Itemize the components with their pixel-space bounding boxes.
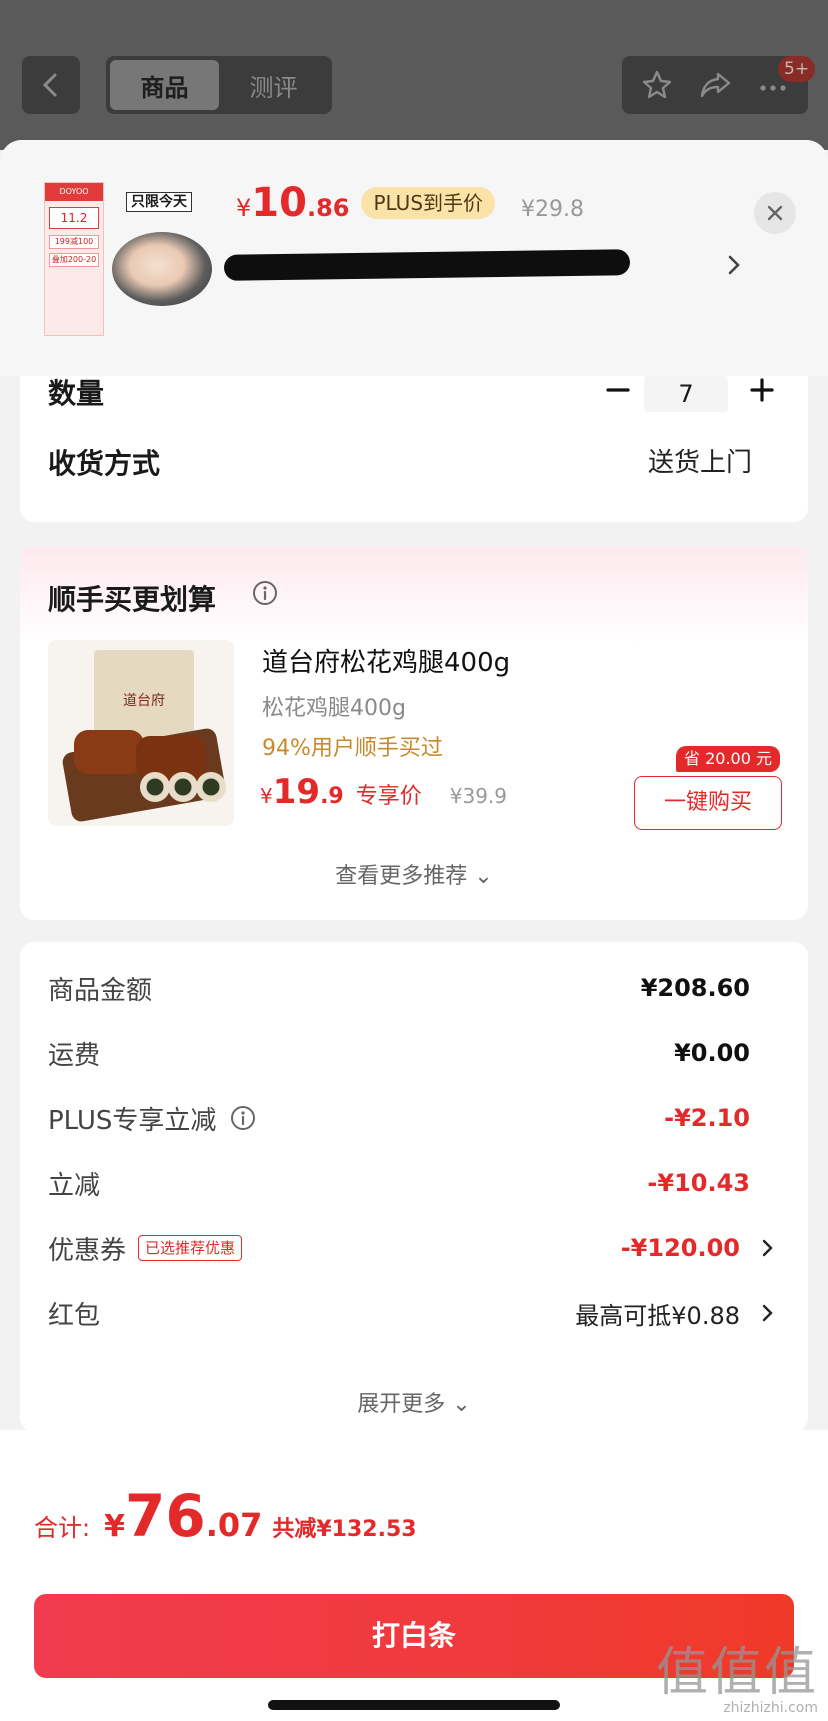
product-price: ¥ 10 .86 PLUS到手价 ¥29.8 xyxy=(236,180,584,226)
tab-product[interactable]: 商品 xyxy=(110,60,219,110)
price-decimal: .9 xyxy=(320,784,344,809)
price-integer: 10 xyxy=(251,180,307,226)
checkout-sheet: DOYOO 11.2 199减100 叠加200-20 只限今天 ¥ 10 .8… xyxy=(0,140,828,1721)
price-integer: 19 xyxy=(272,772,321,812)
recommend-title: 顺手买更划算 xyxy=(48,583,217,616)
price-summary-card: 商品金额 ¥208.60 运费 ¥0.00 PLUS专享立减 -¥2.10 立减… xyxy=(20,942,808,1432)
chevron-right-icon xyxy=(762,1304,773,1322)
product-header: DOYOO 11.2 199减100 叠加200-20 只限今天 ¥ 10 .8… xyxy=(0,140,828,376)
tab-review[interactable]: 测评 xyxy=(219,60,328,110)
summary-value: ¥208.60 xyxy=(640,974,750,1002)
poster-brand: DOYOO xyxy=(45,183,103,201)
exclusive-price-label: 专享价 xyxy=(355,784,422,809)
price-symbol: ¥ xyxy=(260,784,273,808)
summary-row-shipping: 运费 ¥0.00 xyxy=(48,1033,780,1073)
limited-today-tag: 只限今天 xyxy=(126,192,192,212)
minus-icon[interactable] xyxy=(600,376,636,406)
original-price: ¥29.8 xyxy=(521,197,584,222)
total-decimal: .07 xyxy=(205,1506,263,1544)
summary-row-red-packet[interactable]: 红包 最高可抵¥0.88 xyxy=(48,1293,780,1333)
product-tabs: 商品 测评 xyxy=(106,56,332,114)
product-egg-slice xyxy=(196,772,226,802)
quantity-label: 数量 xyxy=(48,377,105,410)
save-amount-tag: 省 20.00 元 xyxy=(676,746,780,772)
product-egg-slice xyxy=(140,772,170,802)
recommend-card: 顺手买更划算 道台府 道台府松花鸡腿400g 松花鸡腿400g 94%用户顺手买… xyxy=(20,546,808,920)
summary-value: -¥2.10 xyxy=(664,1104,750,1132)
summary-label: 立减 xyxy=(48,1170,101,1201)
total-amount: 合计: ¥ 76 .07 共减¥132.53 xyxy=(34,1482,417,1550)
bag-brand: 道台府 xyxy=(123,693,165,709)
recommend-product-spec: 松花鸡腿400g xyxy=(262,696,406,721)
total-integer: 76 xyxy=(124,1482,206,1550)
expand-more-link[interactable]: 展开更多 ⌄ xyxy=(20,1386,808,1418)
summary-label: 商品金额 xyxy=(48,975,153,1006)
summary-label: 运费 xyxy=(48,1040,101,1071)
close-icon xyxy=(767,205,783,221)
plus-price-badge: PLUS到手价 xyxy=(361,187,496,219)
home-indicator xyxy=(268,1700,560,1710)
price-decimal: .86 xyxy=(306,194,350,222)
share-icon[interactable] xyxy=(695,65,735,105)
delivery-label: 收货方式 xyxy=(48,447,161,480)
summary-row-goods-amount: 商品金额 ¥208.60 xyxy=(48,968,780,1008)
total-symbol: ¥ xyxy=(104,1509,125,1544)
back-arrow-icon xyxy=(42,73,57,97)
store-name-redacted xyxy=(223,249,631,281)
recommend-product-name[interactable]: 道台府松花鸡腿400g xyxy=(262,642,510,679)
one-click-buy-button[interactable]: 一键购买 xyxy=(634,776,782,830)
message-badge: 5+ xyxy=(778,56,816,82)
total-saved: 共减¥132.53 xyxy=(272,1517,417,1542)
total-label: 合计: xyxy=(34,1514,91,1542)
info-icon[interactable] xyxy=(252,580,278,606)
chevron-right-icon[interactable] xyxy=(722,250,746,280)
plus-icon[interactable] xyxy=(744,376,780,406)
poster-line: 叠加200-20 xyxy=(49,253,99,267)
recommend-product-image[interactable]: 道台府 xyxy=(48,640,234,826)
summary-value: 最高可抵¥0.88 xyxy=(575,1301,740,1330)
recommend-purchase-rate: 94%用户顺手买过 xyxy=(262,736,443,761)
poster-price: 11.2 xyxy=(49,207,99,229)
recommended-coupon-tag: 已选推荐优惠 xyxy=(138,1235,243,1261)
chevron-right-icon xyxy=(762,1239,773,1257)
recommend-price: ¥ 19 .9 专享价 ¥39.9 xyxy=(260,772,507,812)
summary-label: 红包 xyxy=(48,1300,101,1331)
product-meat xyxy=(74,730,144,774)
summary-label: PLUS专享立减 xyxy=(48,1105,217,1136)
product-image xyxy=(112,232,212,306)
quantity-input[interactable]: 7 xyxy=(644,376,728,412)
recommend-original-price: ¥39.9 xyxy=(449,784,508,808)
summary-value: -¥120.00 xyxy=(620,1234,740,1262)
summary-row-plus-discount: PLUS专享立减 -¥2.10 xyxy=(48,1098,780,1138)
product-poster-image: DOYOO 11.2 199减100 叠加200-20 xyxy=(44,182,104,336)
price-symbol: ¥ xyxy=(236,194,252,222)
delivery-value[interactable]: 送货上门 xyxy=(648,442,752,479)
product-egg-slice xyxy=(168,772,198,802)
poster-line: 199减100 xyxy=(49,235,99,249)
info-icon[interactable] xyxy=(230,1105,256,1131)
watermark-logo: 值值值 xyxy=(655,1643,818,1703)
more-recommendations-link[interactable]: 查看更多推荐 ⌄ xyxy=(20,858,808,890)
close-button[interactable] xyxy=(754,192,796,234)
quantity-delivery-card: 数量 7 收货方式 送货上门 xyxy=(20,376,808,522)
summary-value: -¥10.43 xyxy=(647,1169,750,1197)
summary-row-coupon[interactable]: 优惠券 已选推荐优惠 -¥120.00 xyxy=(48,1228,780,1268)
summary-row-instant-discount: 立减 -¥10.43 xyxy=(48,1163,780,1203)
back-button[interactable] xyxy=(22,56,80,114)
summary-value: ¥0.00 xyxy=(674,1039,750,1067)
star-icon[interactable] xyxy=(637,65,677,105)
site-watermark: 值值值 zhizhizhi.com xyxy=(656,1646,818,1716)
summary-label: 优惠券 xyxy=(48,1235,127,1266)
